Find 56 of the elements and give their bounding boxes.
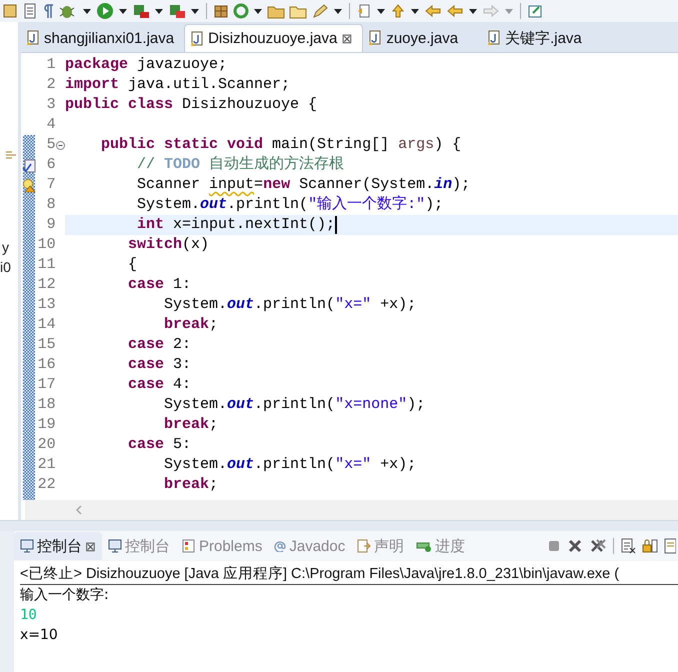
code-line: System.out.println("x=" +x); — [163, 295, 416, 315]
editor-tab[interactable]: shangjilianxi01.java — [21, 24, 184, 52]
code-line: // TODO 自动生成的方法存根 — [136, 155, 344, 175]
code-line: System.out.println("x=none"); — [163, 395, 426, 415]
line-number: 12 — [36, 275, 56, 295]
code-line: public class Disizhouzuoye { — [65, 95, 318, 115]
code-line: case 1: — [127, 275, 192, 295]
line-number: 5 — [46, 135, 56, 155]
code-line: { — [127, 255, 138, 275]
code-line: System.out.println("x=" +x); — [163, 455, 416, 475]
code-line: case 5: — [127, 435, 192, 455]
line-number: 9 — [46, 215, 56, 235]
code-line: System.out.println("输入一个数字:"); — [136, 195, 444, 215]
line-number: 1 — [46, 55, 56, 75]
line-number: 7 — [46, 175, 56, 195]
line-number: 3 — [46, 95, 56, 115]
line-number: 17 — [36, 375, 56, 395]
line-number: 16 — [36, 355, 56, 375]
line-number: 22 — [36, 475, 56, 495]
line-number: 8 — [46, 195, 56, 215]
code-line: int x=input.nextInt(); — [136, 215, 336, 235]
line-number: 14 — [36, 315, 56, 335]
line-number: 21 — [36, 455, 56, 475]
line-number: 6 — [46, 155, 56, 175]
code-line: import java.util.Scanner; — [65, 75, 290, 95]
line-number: 11 — [36, 255, 56, 275]
console-output: 10 — [20, 606, 38, 625]
code-line: break; — [163, 415, 218, 435]
code-line: break; — [163, 315, 218, 335]
line-number: 18 — [36, 395, 56, 415]
tree-label: y — [2, 238, 10, 257]
line-number: 20 — [36, 435, 56, 455]
close-button[interactable]: ⊠ — [85, 538, 96, 554]
code-line: switch(x) — [127, 235, 210, 255]
line-number: 19 — [36, 415, 56, 435]
code-line: Scanner input=new Scanner(System.in); — [136, 175, 470, 195]
code-line: break; — [163, 475, 218, 495]
line-number: 15 — [36, 335, 56, 355]
view-tab[interactable]: 控制台 ⊠ — [14, 532, 102, 560]
console-output: x=10 — [20, 626, 59, 645]
code-line: package javazuoye; — [65, 55, 228, 75]
code-line: case 3: — [127, 355, 192, 375]
editor-tab[interactable]: Disizhouzuoye.java ⊠ — [184, 24, 364, 52]
code-line: public static void main(String[] args) { — [100, 135, 462, 155]
line-number: 13 — [36, 295, 56, 315]
line-number: 4 — [46, 115, 56, 135]
editor-tab[interactable]: 关键字.java — [482, 24, 592, 52]
editor-tab[interactable]: zuoye.java — [363, 24, 468, 52]
code-line: case 4: — [127, 375, 192, 395]
line-number: 10 — [36, 235, 56, 255]
console-header: <已终止> Disizhouzuoye [Java 应用程序] C:\Program Files\Java\jre1.8.0_231\bin\javaw.exe ( — [20, 564, 678, 585]
code-line: case 2: — [127, 335, 192, 355]
line-number: 2 — [46, 75, 56, 95]
close-button[interactable]: ⊠ — [341, 31, 352, 46]
console-output: 输入一个数字: — [20, 586, 110, 605]
tree-label: i0 — [0, 258, 12, 277]
